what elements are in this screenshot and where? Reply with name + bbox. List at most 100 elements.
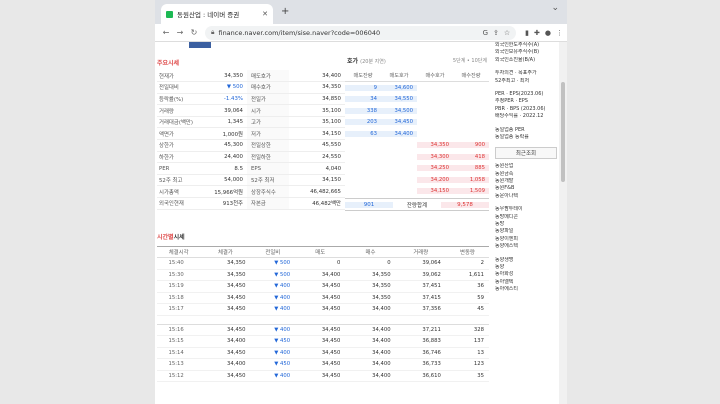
- table-cell: 0: [295, 257, 346, 270]
- table-row: 15:17 34,450 ▼ 400 34,450 34,400 37,356 45: [157, 303, 489, 316]
- recent-title[interactable]: 최근조회: [495, 147, 557, 160]
- address-bar[interactable]: 🔒︎ finance.naver.com/item/sise.naver?cod…: [205, 25, 517, 40]
- sidebar-list2-item[interactable]: 동양이엔피: [495, 236, 557, 243]
- sidebar-group: 외국인한도주식수(A) 외국인보유주식수(B) 외국인소진율(B/A): [495, 42, 557, 64]
- quote-label: 상한가: [157, 139, 193, 152]
- sidebar-list1-item[interactable]: 동원산업: [495, 163, 557, 170]
- buy-qty: 1,058: [453, 176, 489, 183]
- scrollbar-thumb[interactable]: [561, 82, 565, 182]
- table-cell: 1,611: [445, 269, 489, 281]
- quote-value2: 45,550: [289, 139, 345, 152]
- table-cell: 34,450: [200, 324, 251, 336]
- google-icon[interactable]: G: [483, 29, 488, 37]
- quote-value: 1,000원: [193, 127, 247, 141]
- browser-tab[interactable]: 동원산업 : 네이버 증권 ✕: [161, 4, 273, 24]
- quote-label2: 상장주식수: [247, 185, 289, 199]
- table-cell: 0: [345, 257, 396, 270]
- sidebar-list3-item[interactable]: 동양: [495, 264, 557, 271]
- reload-icon[interactable]: ↻: [187, 28, 201, 37]
- sidebar-list1-item[interactable]: 동운아나텍: [495, 193, 557, 200]
- quote-value2: 35,100: [289, 116, 345, 129]
- page-content: 주요시세 현재가 34,350 매도호가 34,400 전일대비 ▼ 500 매수호가 34,…: [155, 42, 567, 404]
- extension-icon[interactable]: ▮: [525, 29, 529, 37]
- sidebar-list1-item[interactable]: 동원금속: [495, 171, 557, 178]
- total-buy: 9,578: [441, 201, 489, 208]
- quote-label2: 고가: [247, 116, 289, 129]
- url-text: finance.naver.com/item/sise.naver?code=0…: [218, 28, 381, 37]
- sidebar-per-item: 추정PER · EPS: [495, 98, 528, 105]
- lock-icon[interactable]: 🔒︎: [211, 28, 214, 37]
- table-cell: ▼ 400: [250, 324, 296, 336]
- table-cell: 137: [445, 335, 489, 348]
- sidebar-list3-item[interactable]: 동아엘텍: [495, 279, 557, 286]
- quote-row: 하한가 24,400 전일하한 24,550: [157, 151, 345, 164]
- quote-row: 거래량 39,064 시가 35,100: [157, 104, 345, 117]
- table-cell: ▼ 400: [250, 370, 296, 382]
- quote-value: -1.43%: [193, 93, 247, 106]
- sidebar-list1-item[interactable]: 동원F&B: [495, 185, 557, 192]
- sidebar-list3-item[interactable]: 동아화성: [495, 271, 557, 278]
- sell-price: 34,400: [381, 130, 417, 137]
- table-cell: 34,400: [345, 358, 396, 371]
- column-header: 체결가: [200, 246, 251, 258]
- sidebar-list1-item[interactable]: 동원개발: [495, 178, 557, 185]
- buy-price: 34,250: [417, 165, 453, 172]
- table-cell: 45: [445, 303, 489, 316]
- orderbook-level-links[interactable]: 5단계 • 10단계: [453, 57, 487, 64]
- buy-price: 34,300: [417, 153, 453, 160]
- new-tab-icon[interactable]: +: [281, 6, 289, 17]
- window-controls-icon[interactable]: ⌄: [551, 3, 559, 13]
- sell-qty: 338: [345, 107, 381, 114]
- quote-value2: 4,040: [289, 162, 345, 175]
- main-quote-table: 현재가 34,350 매도호가 34,400 전일대비 ▼ 500 매수호가 34,350 등락…: [157, 70, 345, 210]
- table-cell: 34,350: [200, 269, 251, 281]
- sidebar-list2-item[interactable]: 동방: [495, 221, 557, 228]
- quote-label2: 전일하한: [247, 151, 289, 164]
- sidebar-list2-item[interactable]: 동양파일: [495, 228, 557, 235]
- table-cell: 59: [445, 292, 489, 304]
- profile-icon[interactable]: ●: [545, 29, 551, 37]
- table-cell: 34,450: [295, 335, 346, 348]
- sidebar-top-item: 외국인소진율(B/A): [495, 56, 536, 63]
- table-cell: 15:16: [157, 324, 201, 336]
- table-row: 15:30 34,350 ▼ 500 34,400 34,350 39,062 1,611: [157, 269, 489, 281]
- share-icon[interactable]: ⇪: [493, 29, 499, 37]
- table-cell: 15:40: [157, 257, 201, 270]
- table-cell: 34,400: [200, 335, 251, 348]
- sidebar-list2-item[interactable]: 동방메디콘: [495, 214, 557, 221]
- table-cell: 34,450: [295, 303, 346, 316]
- sidebar-list2-item[interactable]: 동우팜투테이: [495, 206, 557, 213]
- sidebar-list3-item[interactable]: 동아에스티: [495, 286, 557, 293]
- scrollbar[interactable]: [559, 42, 567, 404]
- separator-cell: [157, 315, 489, 325]
- table-cell: ▼ 500: [250, 257, 296, 270]
- table-cell: 34,400: [345, 335, 396, 348]
- sell-qty: 9: [345, 84, 381, 91]
- quote-row: 상한가 45,300 전일상한 45,550: [157, 139, 345, 152]
- forward-icon[interactable]: →: [173, 28, 187, 37]
- quote-value2: 34,850: [289, 93, 345, 106]
- table-cell: 328: [445, 324, 489, 336]
- puzzle-icon[interactable]: ✚: [534, 29, 540, 37]
- quote-label2: 매수호가: [247, 81, 289, 94]
- quote-value2: 46,482백만: [289, 197, 345, 210]
- bookmark-star-icon[interactable]: ☆: [504, 29, 510, 37]
- table-cell: 123: [445, 358, 489, 371]
- quote-value2: 34,150: [289, 127, 345, 141]
- table-cell: 37,415: [395, 292, 446, 304]
- quote-row: PER 8.5 EPS 4,040: [157, 162, 345, 175]
- orderbook-total: 901 잔량합계 9,578: [345, 198, 489, 211]
- sidebar-list2-item[interactable]: 동양에스텍: [495, 243, 557, 250]
- close-tab-icon[interactable]: ✕: [262, 10, 268, 18]
- table-cell: 34,450: [200, 280, 251, 293]
- back-icon[interactable]: ←: [159, 28, 173, 37]
- sidebar-list3-item[interactable]: 동양생명: [495, 257, 557, 264]
- table-cell: 39,064: [395, 257, 446, 270]
- menu-icon[interactable]: ⋮: [556, 29, 563, 37]
- table-cell: 34,450: [295, 347, 346, 359]
- sidebar-mid-item: 투자의견 · 목표주가: [495, 70, 537, 77]
- table-cell: 36,746: [395, 347, 446, 359]
- table-cell: 39,062: [395, 269, 446, 281]
- time-quote-title: 시간별시세: [157, 234, 185, 241]
- sidebar-per-item: PBR · BPS (2023.06): [495, 105, 546, 112]
